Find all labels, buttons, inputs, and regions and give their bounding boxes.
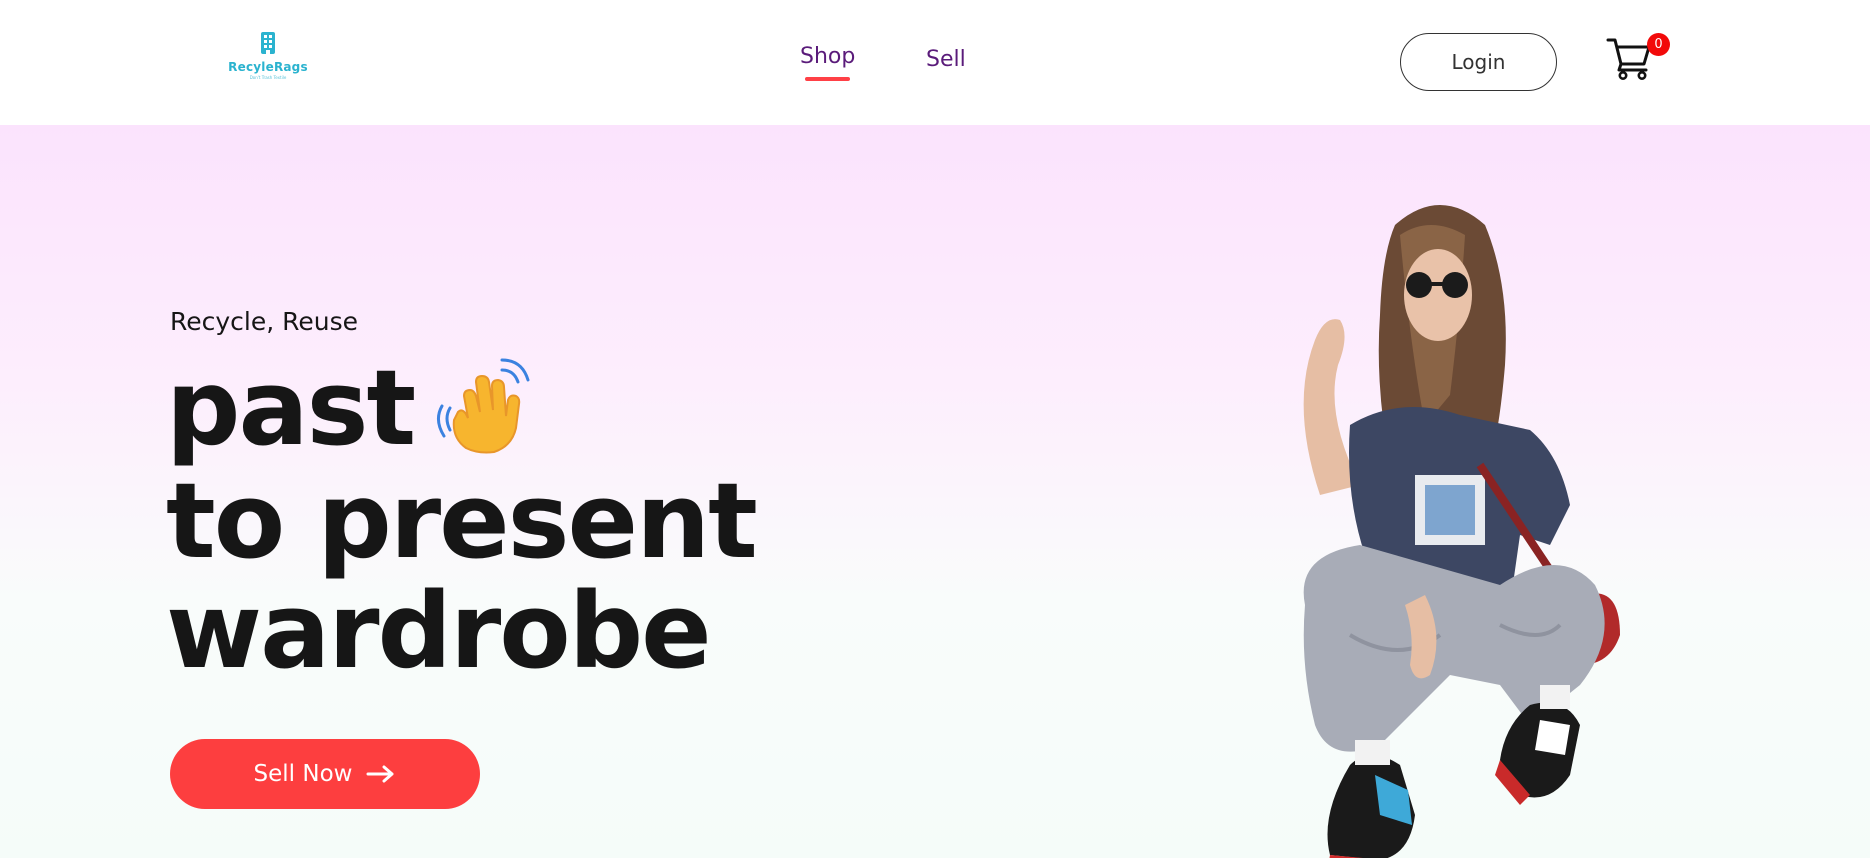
hero-eyebrow: Recycle, Reuse bbox=[170, 307, 359, 336]
cart-button[interactable]: 0 bbox=[1606, 33, 1670, 80]
sell-now-label: Sell Now bbox=[253, 761, 353, 787]
hero-headline: past to present wardrobe bbox=[166, 353, 926, 686]
active-nav-indicator bbox=[805, 77, 850, 81]
nav-sell-link[interactable]: Sell bbox=[926, 47, 966, 72]
headline-line-1: past bbox=[166, 353, 926, 466]
cart-icon bbox=[1606, 38, 1651, 80]
cart-count-badge: 0 bbox=[1647, 33, 1670, 56]
headline-line-3: wardrobe bbox=[166, 569, 712, 692]
sell-now-button[interactable]: Sell Now bbox=[170, 739, 480, 809]
site-header: RecyleRags Don't Trash Textile Shop Sell… bbox=[0, 0, 1870, 125]
model-photo bbox=[1303, 205, 1620, 858]
arrow-right-icon bbox=[366, 765, 394, 783]
nav-shop-link[interactable]: Shop bbox=[800, 44, 855, 69]
headline-line-2: to present bbox=[166, 459, 758, 582]
login-button[interactable]: Login bbox=[1400, 33, 1557, 91]
headline-line-1-text: past bbox=[166, 347, 416, 469]
waving-hand-icon bbox=[437, 358, 530, 454]
hero-section: Recycle, Reuse past to present wardrobe … bbox=[0, 125, 1870, 858]
main-nav: Shop Sell bbox=[0, 40, 1870, 90]
